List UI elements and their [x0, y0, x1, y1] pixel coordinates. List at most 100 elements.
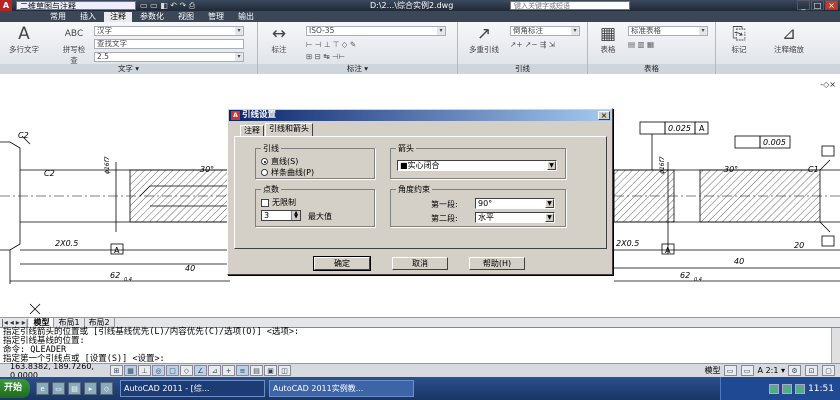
command-scrollbar[interactable] — [831, 328, 840, 364]
close-button[interactable]: × — [825, 0, 838, 10]
desktop-icon[interactable]: ▭ — [52, 382, 66, 395]
command-window[interactable]: 指定引线箭头的位置或 [引线基线优先(L)/内容优先(C)/选项(O)] <选项… — [0, 327, 840, 364]
qp-toggle-icon[interactable]: ▣ — [264, 365, 277, 376]
dimension-panel-title[interactable]: 标注 ▾ — [258, 64, 457, 74]
dialog-close-button[interactable]: × — [598, 111, 610, 120]
ime-icon[interactable] — [795, 383, 806, 394]
snap-toggle-icon[interactable]: ⊞ — [110, 365, 123, 376]
media-icon[interactable]: ▸ — [84, 382, 98, 395]
straight-radio[interactable]: 直线(S) — [261, 156, 298, 167]
dimension-button[interactable]: ↔ 标注 — [266, 24, 292, 55]
fullscreen-icon[interactable]: ▢ — [822, 365, 835, 376]
table-tools-row[interactable]: ▤ ▥ ▦ — [628, 40, 654, 49]
tab-output[interactable]: 输出 — [232, 12, 260, 22]
last-tab-button[interactable]: ▸| — [21, 318, 30, 327]
tab-layout1[interactable]: 布局1 — [54, 317, 85, 328]
tab-insert[interactable]: 插入 — [74, 12, 102, 22]
cancel-button[interactable]: 取消 — [392, 257, 448, 270]
table-button[interactable]: ▦ 表格 — [596, 24, 620, 55]
leader-panel-title[interactable]: 引线 — [458, 64, 587, 74]
transparency-toggle-icon[interactable]: ▤ — [250, 365, 263, 376]
otrack-toggle-icon[interactable]: ∠ — [194, 365, 207, 376]
tab-parametric[interactable]: 参数化 — [134, 12, 170, 22]
dialog-title-bar[interactable]: A 引线设置 — [229, 110, 611, 121]
tab-layout2[interactable]: 布局2 — [85, 317, 115, 328]
lock-icon[interactable]: ⊡ — [805, 365, 818, 376]
tab-home[interactable]: 常用 — [44, 12, 72, 22]
folder-icon[interactable]: ▤ — [68, 382, 82, 395]
multileader-button[interactable]: ↗ 多重引线 — [466, 24, 502, 55]
quick-access-toolbar[interactable]: ▭ ▭ ◧ ↶ ↷ ⎙ — [140, 1, 195, 11]
keyword-search-input[interactable]: 键入关键字或短语 — [510, 1, 630, 10]
ribbon: A 多行文字 ABC 拼写检查 汉字 ▾ 查找文字 2.5 ▾ 文字 ▾ ↔ 标注 … — [0, 22, 840, 74]
arrowhead-select[interactable]: ■实心闭合 ▼ — [397, 160, 557, 171]
dim-tools-row-2[interactable]: ⊞ ⊟ ↹ ⊣⊢ — [306, 52, 345, 61]
quick-view-drawings-icon[interactable]: ▭ — [740, 365, 754, 376]
text-height-select[interactable]: 2.5 ▾ — [94, 52, 244, 62]
maximize-button[interactable]: □ — [811, 0, 824, 10]
datum-label: A — [114, 246, 120, 255]
points-value: 3 — [264, 211, 270, 220]
quick-view-icon[interactable]: ▭ — [723, 365, 737, 376]
start-button[interactable]: 开始 — [0, 379, 31, 398]
grid-toggle-icon[interactable]: ▦ — [124, 365, 137, 376]
table-panel-title[interactable]: 表格 — [588, 64, 715, 74]
dim-tools-row[interactable]: ⊢ ⊣ ⊥ ⊤ ◇ ✎ — [306, 40, 356, 49]
leader-tools-row[interactable]: ↗+ ↗− ⇶ ⇲ — [510, 40, 555, 49]
app-icon[interactable]: ◇ — [100, 382, 114, 395]
first-tab-button[interactable]: |◂ — [0, 318, 9, 327]
autocad-logo-icon[interactable]: A — [0, 0, 12, 11]
ortho-toggle-icon[interactable]: ⊥ — [138, 365, 151, 376]
taskbar-autocad-tutorial[interactable]: AutoCAD 2011实例教... — [269, 380, 415, 397]
spinner-arrows-icon[interactable]: ▲ ▼ — [291, 211, 300, 220]
taskbar-autocad-window[interactable]: AutoCAD 2011 - [综... — [120, 380, 266, 397]
tab-model[interactable]: 模型 — [29, 317, 55, 328]
radio-dot — [261, 158, 268, 165]
second-segment-select[interactable]: 水平 ▼ — [475, 212, 555, 223]
ie-icon[interactable]: e — [36, 382, 50, 395]
ok-button[interactable]: 确定 — [313, 256, 371, 271]
tab-view[interactable]: 视图 — [172, 12, 200, 22]
tab-annotate[interactable]: 注释 — [104, 12, 132, 22]
workspace-gear-icon[interactable]: ⚙ — [788, 365, 801, 376]
tab-leader-arrow[interactable]: 引线和箭头 — [265, 123, 313, 136]
find-text-input[interactable]: 查找文字 — [94, 39, 244, 49]
lineweight-toggle-icon[interactable]: ≡ — [236, 365, 249, 376]
leader-style-value: 倒角标注 — [513, 26, 543, 35]
network-icon[interactable] — [769, 383, 780, 394]
volume-icon[interactable] — [782, 383, 793, 394]
ducs-toggle-icon[interactable]: ⊿ — [208, 365, 221, 376]
text-style-select[interactable]: 汉字 ▾ — [94, 26, 244, 36]
chevron-down-icon: ▾ — [437, 27, 445, 35]
table-style-select[interactable]: 标准表格 ▾ — [628, 26, 708, 36]
spline-radio[interactable]: 样条曲线(P) — [261, 167, 314, 178]
annotation-scale-button[interactable]: ⊿ 注释缩放 — [766, 24, 812, 55]
unlimited-checkbox[interactable]: 无限制 — [261, 197, 296, 208]
points-spinner[interactable]: 3 ▲ ▼ — [261, 210, 301, 221]
spline-label: 样条曲线(P) — [271, 168, 315, 177]
text-panel-title[interactable]: 文字 ▾ — [0, 64, 257, 74]
multiline-text-button[interactable]: A 多行文字 — [6, 24, 42, 55]
sc-toggle-icon[interactable]: ◫ — [278, 365, 291, 376]
help-button[interactable]: 帮助(H) — [469, 257, 525, 270]
clock[interactable]: 11:51 — [808, 384, 834, 394]
dyn-toggle-icon[interactable]: + — [222, 365, 235, 376]
leader-style-select[interactable]: 倒角标注 ▾ — [510, 26, 580, 36]
annotation-scale-select[interactable]: A 2:1 ▾ — [758, 366, 785, 375]
command-line: 指定引线基线的位置: — [3, 336, 85, 346]
first-segment-select[interactable]: 90° ▼ — [475, 198, 555, 209]
dim-style-select[interactable]: ISO-35 ▾ — [306, 26, 446, 36]
polar-toggle-icon[interactable]: ◎ — [152, 365, 165, 376]
text-style-value: 汉字 — [97, 26, 112, 35]
markup-button[interactable]: ⎘ 标记 — [726, 24, 752, 55]
checkbox-box — [261, 198, 269, 207]
shaft-right — [613, 121, 840, 282]
workspace-dropdown[interactable]: 二维草图与注释 — [16, 1, 136, 10]
model-space-label[interactable]: 模型 — [705, 365, 721, 376]
tab-manage[interactable]: 管理 — [202, 12, 230, 22]
tab-annotation[interactable]: 注释 — [240, 125, 264, 136]
spell-check-button[interactable]: ABC 拼写检查 — [62, 24, 86, 66]
osnap-toggle-icon[interactable]: □ — [166, 365, 179, 376]
minimize-button[interactable]: _ — [797, 0, 810, 10]
3d-osnap-toggle-icon[interactable]: ◇ — [180, 365, 193, 376]
